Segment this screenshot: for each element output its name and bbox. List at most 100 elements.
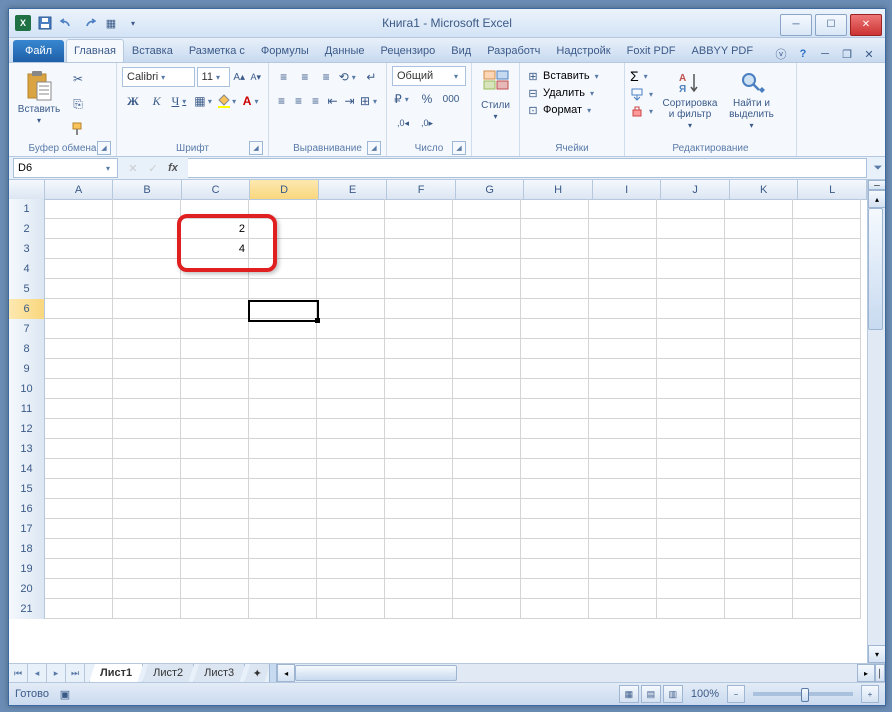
cell[interactable]: [249, 219, 317, 239]
cell[interactable]: [181, 599, 249, 619]
cell[interactable]: [521, 399, 589, 419]
cell[interactable]: [249, 479, 317, 499]
cell[interactable]: [453, 259, 521, 279]
cell[interactable]: 2: [181, 219, 249, 239]
cell[interactable]: [657, 459, 725, 479]
cell[interactable]: [181, 279, 249, 299]
maximize-button[interactable]: ☐: [815, 14, 847, 36]
cell[interactable]: [725, 259, 793, 279]
cell[interactable]: [793, 559, 861, 579]
copy-icon[interactable]: ⎘: [67, 93, 89, 115]
accept-formula-icon[interactable]: ✓: [144, 159, 162, 177]
cell[interactable]: [249, 419, 317, 439]
cell[interactable]: [317, 419, 385, 439]
row-header[interactable]: 7: [9, 319, 45, 340]
cell[interactable]: [113, 299, 181, 319]
row-header[interactable]: 10: [9, 379, 45, 400]
paste-button[interactable]: Вставить ▾: [14, 66, 64, 141]
cell[interactable]: [657, 439, 725, 459]
cell[interactable]: [793, 479, 861, 499]
cell[interactable]: [249, 579, 317, 599]
font-name-combo[interactable]: Calibri▾: [122, 67, 195, 87]
cell[interactable]: [113, 459, 181, 479]
doc-restore-icon[interactable]: ❐: [839, 46, 855, 62]
col-header[interactable]: I: [593, 180, 662, 200]
row-header[interactable]: 13: [9, 439, 45, 460]
cell[interactable]: [589, 539, 657, 559]
cell[interactable]: [589, 379, 657, 399]
cell[interactable]: [453, 459, 521, 479]
cell[interactable]: [113, 419, 181, 439]
cell[interactable]: [249, 499, 317, 519]
cell[interactable]: [725, 379, 793, 399]
cell[interactable]: [45, 279, 113, 299]
cell[interactable]: [317, 359, 385, 379]
cell[interactable]: [589, 239, 657, 259]
col-header[interactable]: J: [661, 180, 730, 200]
cell[interactable]: [181, 339, 249, 359]
indent-inc-icon[interactable]: ⇥: [342, 90, 357, 112]
row-header[interactable]: 14: [9, 459, 45, 480]
cell[interactable]: [657, 419, 725, 439]
cell[interactable]: [521, 279, 589, 299]
cell[interactable]: [793, 219, 861, 239]
row-header[interactable]: 8: [9, 339, 45, 360]
cell[interactable]: [453, 399, 521, 419]
cell[interactable]: [113, 479, 181, 499]
cell[interactable]: [181, 479, 249, 499]
cells-insert-button[interactable]: ⊞Вставить▾: [525, 68, 619, 84]
cell[interactable]: [725, 579, 793, 599]
clear-button[interactable]: ▾: [630, 104, 656, 118]
ribbon-tab-0[interactable]: Главная: [66, 39, 124, 62]
cell[interactable]: [589, 559, 657, 579]
cell[interactable]: [453, 539, 521, 559]
cell[interactable]: [657, 259, 725, 279]
zoom-label[interactable]: 100%: [691, 688, 719, 700]
alignment-launcher[interactable]: ◢: [367, 141, 381, 155]
cell[interactable]: [453, 599, 521, 619]
cell[interactable]: [181, 519, 249, 539]
cell[interactable]: [589, 579, 657, 599]
scroll-split-right[interactable]: │: [875, 664, 885, 682]
cell[interactable]: [589, 319, 657, 339]
cell[interactable]: [249, 319, 317, 339]
cell[interactable]: [45, 439, 113, 459]
file-tab[interactable]: Файл: [13, 40, 64, 62]
cell[interactable]: [657, 559, 725, 579]
cell[interactable]: [521, 259, 589, 279]
cell[interactable]: [317, 439, 385, 459]
new-sheet-button[interactable]: ✦: [244, 664, 270, 682]
cell[interactable]: [45, 479, 113, 499]
cell[interactable]: [453, 199, 521, 219]
redo-icon[interactable]: [79, 13, 99, 33]
cell[interactable]: [317, 459, 385, 479]
cell[interactable]: [657, 499, 725, 519]
cell[interactable]: [453, 519, 521, 539]
shrink-font-icon[interactable]: A▾: [248, 66, 263, 88]
cell[interactable]: [113, 239, 181, 259]
cell[interactable]: [453, 359, 521, 379]
cell[interactable]: [453, 279, 521, 299]
cell[interactable]: [453, 239, 521, 259]
comma-icon[interactable]: 000: [440, 88, 462, 110]
cell[interactable]: [385, 339, 453, 359]
cell[interactable]: [657, 379, 725, 399]
cell[interactable]: [249, 299, 317, 319]
cell[interactable]: [181, 559, 249, 579]
row-header[interactable]: 3: [9, 239, 45, 260]
cell[interactable]: [317, 579, 385, 599]
cell[interactable]: [521, 339, 589, 359]
cell[interactable]: [521, 199, 589, 219]
doc-close-icon[interactable]: ✕: [861, 46, 877, 62]
cell[interactable]: [657, 279, 725, 299]
cell[interactable]: [725, 419, 793, 439]
cell[interactable]: [521, 379, 589, 399]
number-format-combo[interactable]: Общий▾: [392, 66, 466, 86]
cell[interactable]: [725, 519, 793, 539]
cell[interactable]: [793, 299, 861, 319]
cell[interactable]: 4: [181, 239, 249, 259]
cell[interactable]: [317, 259, 385, 279]
close-button[interactable]: ✕: [850, 14, 882, 36]
zoom-in-icon[interactable]: +: [861, 685, 879, 703]
cell[interactable]: [657, 579, 725, 599]
